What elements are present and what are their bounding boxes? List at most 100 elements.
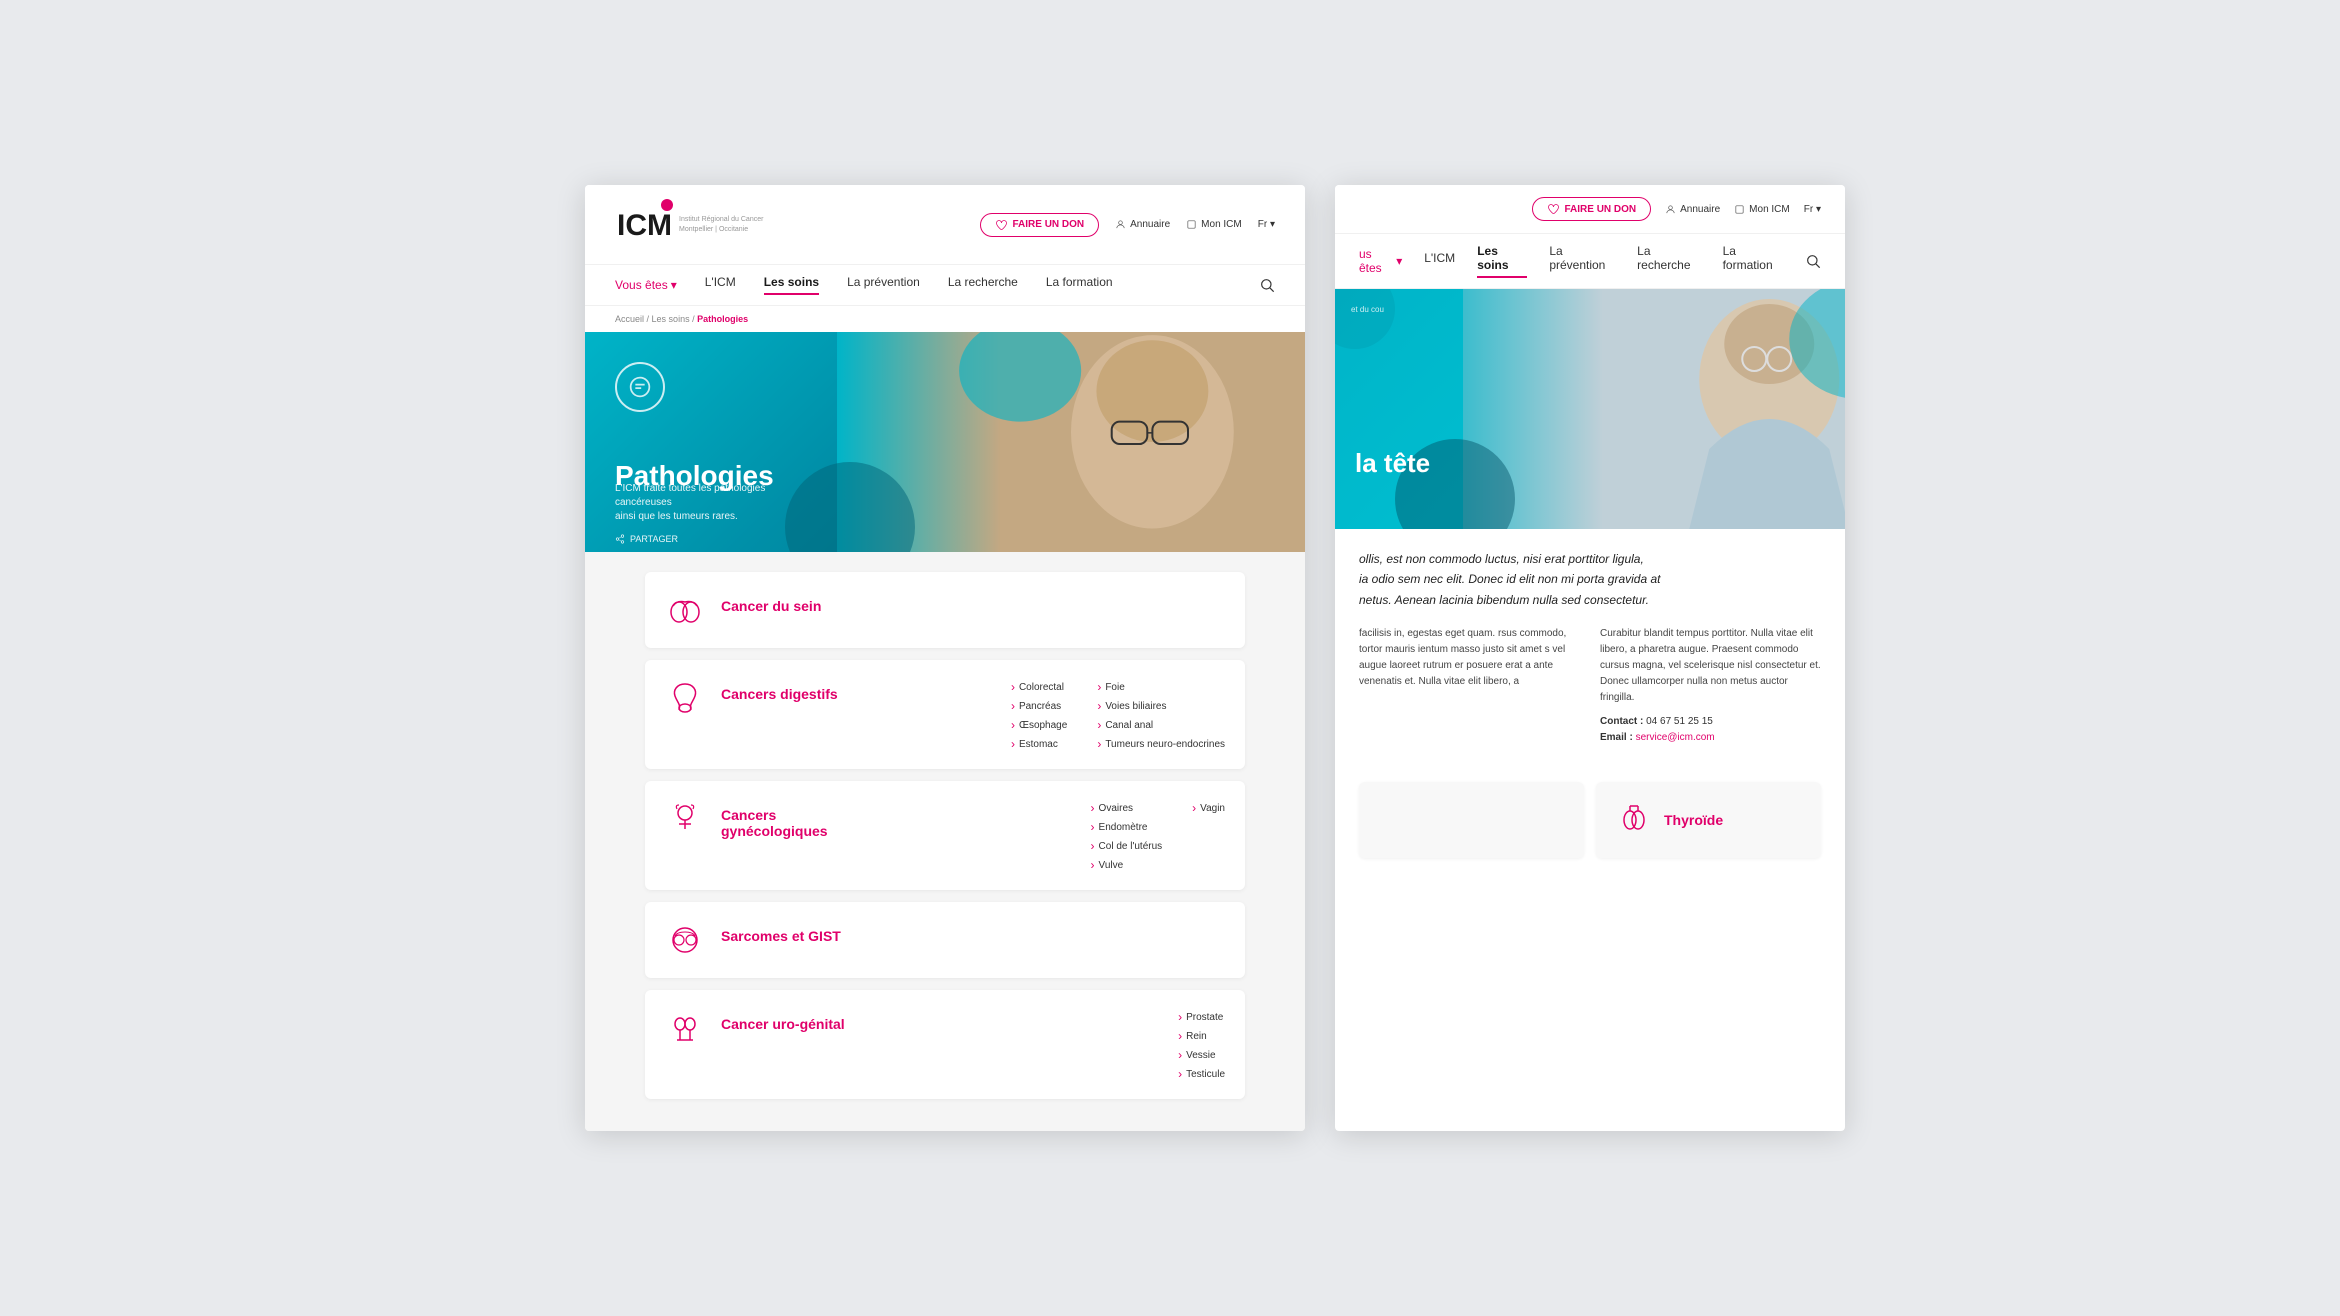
header-actions: FAIRE UN DON Annuaire Mon ICM Fr <box>980 213 1275 237</box>
nav-recherche-right[interactable]: La recherche <box>1637 244 1700 278</box>
left-window: ICM Institut Régional du CancerMontpelli… <box>585 185 1305 1131</box>
pathology-name-digestifs[interactable]: Cancers digestifs <box>721 678 838 702</box>
sub-link-tumeurs-neuro[interactable]: Tumeurs neuro-endocrines <box>1097 737 1225 751</box>
pathology-name-urogenital[interactable]: Cancer uro-génital <box>721 1008 845 1032</box>
faire-don-button[interactable]: FAIRE UN DON <box>980 213 1099 237</box>
logo-area: ICM Institut Régional du CancerMontpelli… <box>615 197 763 252</box>
gyneco-icon <box>665 799 705 839</box>
pathology-name-gyneco[interactable]: Cancersgynécologiques <box>721 799 828 839</box>
nav-icm[interactable]: L'ICM <box>705 275 736 295</box>
sub-link-voies-biliaires[interactable]: Voies biliaires <box>1097 699 1225 713</box>
article-columns: facilisis in, egestas eget quam. rsus co… <box>1359 626 1821 746</box>
nav-vous-etes[interactable]: Vous êtes ▾ <box>615 278 677 292</box>
hero-right-photo-bg <box>1463 289 1846 529</box>
annuaire-link[interactable]: Annuaire <box>1115 219 1170 230</box>
pathology-name-sarcomes[interactable]: Sarcomes et GIST <box>721 920 841 944</box>
annuaire-icon <box>1115 219 1126 230</box>
gyneco-col1: Ovaires Endomètre Col de l'utérus Vulve <box>1091 801 1163 872</box>
content-left: Cancer du sein Cancers digestifs Colorec… <box>585 552 1305 1131</box>
share-icon <box>615 534 625 544</box>
hero-folder-icon <box>615 362 665 412</box>
mon-icm-link-right[interactable]: Mon ICM <box>1734 204 1790 215</box>
sub-link-col-uterus[interactable]: Col de l'utérus <box>1091 839 1163 853</box>
lang-selector[interactable]: Fr ▾ <box>1258 219 1275 230</box>
digestifs-sublinks: Colorectal Pancréas Œsophage Estomac Foi… <box>1011 678 1225 751</box>
gyneco-sublinks: Ovaires Endomètre Col de l'utérus Vulve … <box>1091 799 1225 872</box>
sub-link-colorectal[interactable]: Colorectal <box>1011 680 1067 694</box>
nav-prevention-right[interactable]: La prévention <box>1549 244 1615 278</box>
gyneco-col2: Vagin <box>1192 801 1225 872</box>
hero-right-title: la tête <box>1355 448 1430 479</box>
icm-logo-icon: ICM <box>615 197 675 252</box>
nav-la-formation[interactable]: La formation <box>1046 275 1113 295</box>
digestifs-col1: Colorectal Pancréas Œsophage Estomac <box>1011 680 1067 751</box>
lang-selector-right[interactable]: Fr ▾ <box>1804 204 1821 215</box>
pathology-card-sein: Cancer du sein <box>645 572 1245 648</box>
nav-left: Vous êtes ▾ L'ICM Les soins La préventio… <box>585 265 1305 306</box>
sub-link-estomac[interactable]: Estomac <box>1011 737 1067 751</box>
hero-subtitle: L'ICM traite toutes les pathologies canc… <box>615 482 815 524</box>
article-contact: Contact : 04 67 51 25 15 Email : service… <box>1600 714 1821 746</box>
sub-link-vulve[interactable]: Vulve <box>1091 858 1163 872</box>
digestifs-col2: Foie Voies biliaires Canal anal Tumeurs … <box>1097 680 1225 751</box>
hero-right-circle2 <box>1335 289 1395 349</box>
sub-link-endometre[interactable]: Endomètre <box>1091 820 1163 834</box>
right-window: FAIRE UN DON Annuaire Mon ICM Fr ▾ <box>1335 185 1845 1131</box>
sub-link-testicule[interactable]: Testicule <box>1178 1067 1225 1081</box>
nav-vous-etes-right[interactable]: us êtes ▾ <box>1359 247 1402 275</box>
article-main-text: ollis, est non commodo luctus, nisi erat… <box>1359 549 1821 610</box>
nav-les-soins[interactable]: Les soins <box>764 275 819 295</box>
hero-icon-container <box>615 362 665 412</box>
sub-link-canal-anal[interactable]: Canal anal <box>1097 718 1225 732</box>
hero-right-tag: et du cou <box>1351 305 1384 314</box>
sub-link-rein[interactable]: Rein <box>1178 1029 1225 1043</box>
mon-icm-link[interactable]: Mon ICM <box>1186 219 1242 230</box>
hero-share-button[interactable]: PARTAGER <box>615 534 678 544</box>
email-link[interactable]: service@icm.com <box>1636 732 1715 743</box>
breast-icon <box>665 590 705 630</box>
svg-text:ICM: ICM <box>617 209 672 242</box>
sub-link-vagin[interactable]: Vagin <box>1192 801 1225 815</box>
bottom-cards: Thyroïde <box>1335 782 1845 878</box>
sub-link-oesophage[interactable]: Œsophage <box>1011 718 1067 732</box>
pathology-card-digestifs: Cancers digestifs Colorectal Pancréas Œs… <box>645 660 1245 769</box>
nav-les-soins-right[interactable]: Les soins <box>1477 244 1527 278</box>
search-icon-right[interactable] <box>1805 253 1821 269</box>
header-left: ICM Institut Régional du CancerMontpelli… <box>585 185 1305 265</box>
pathology-card-gyneco: Cancersgynécologiques Ovaires Endomètre … <box>645 781 1245 890</box>
logo-subtitle: Institut Régional du CancerMontpellier |… <box>679 215 763 233</box>
sub-link-foie[interactable]: Foie <box>1097 680 1225 694</box>
thyroid-icon <box>1616 802 1652 838</box>
hero-left: Pathologies L'ICM traite toutes les path… <box>585 332 1305 552</box>
bottom-card-thyroide[interactable]: Thyroïde <box>1596 782 1821 858</box>
nav-la-prevention[interactable]: La prévention <box>847 275 920 295</box>
bottom-card-empty <box>1359 782 1584 858</box>
hero-right: et du cou la tête <box>1335 289 1845 529</box>
article-col2: Curabitur blandit tempus porttitor. Null… <box>1600 626 1821 746</box>
heart-icon-right <box>1547 203 1559 215</box>
search-icon[interactable] <box>1259 277 1275 293</box>
urogenital-sublinks: Prostate Rein Vessie Testicule <box>1178 1008 1225 1081</box>
annuaire-icon-right <box>1665 204 1676 215</box>
faire-don-button-right[interactable]: FAIRE UN DON <box>1532 197 1651 221</box>
nav-icm-right[interactable]: L'ICM <box>1424 251 1455 271</box>
nav-right: us êtes ▾ L'ICM Les soins La prévention … <box>1335 234 1845 289</box>
sub-link-prostate[interactable]: Prostate <box>1178 1010 1225 1024</box>
heart-icon <box>995 219 1007 231</box>
annuaire-link-right[interactable]: Annuaire <box>1665 204 1720 215</box>
pathology-name-sein[interactable]: Cancer du sein <box>721 590 821 614</box>
article-content: ollis, est non commodo luctus, nisi erat… <box>1335 529 1845 782</box>
sub-link-vessie[interactable]: Vessie <box>1178 1048 1225 1062</box>
nav-la-recherche[interactable]: La recherche <box>948 275 1018 295</box>
sub-link-ovaires[interactable]: Ovaires <box>1091 801 1163 815</box>
pathology-card-urogenital: Cancer uro-génital Prostate Rein Vessie … <box>645 990 1245 1099</box>
urogenital-icon <box>665 1008 705 1048</box>
header-right: FAIRE UN DON Annuaire Mon ICM Fr ▾ <box>1335 185 1845 234</box>
screenshot-container: ICM Institut Régional du CancerMontpelli… <box>585 185 1755 1131</box>
sub-link-pancreas[interactable]: Pancréas <box>1011 699 1067 713</box>
hero-right-photo <box>1463 289 1846 529</box>
mon-icm-icon-right <box>1734 204 1745 215</box>
mon-icm-icon <box>1186 219 1197 230</box>
nav-formation-right[interactable]: La formation <box>1723 244 1783 278</box>
sarcomes-icon <box>665 920 705 960</box>
